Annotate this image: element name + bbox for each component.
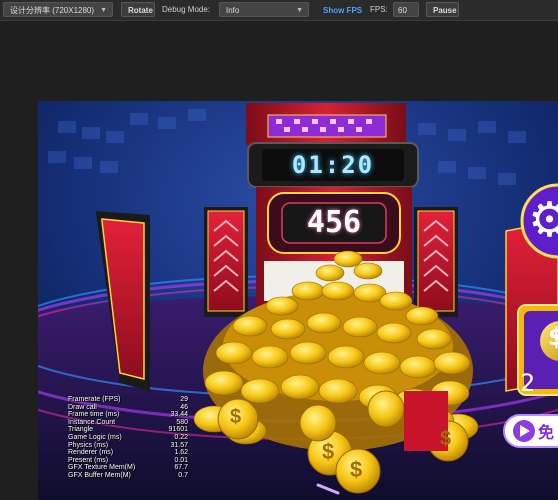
stat-label: Triangle	[68, 426, 94, 434]
left-side-panel	[204, 207, 248, 317]
coin-dollar-icon: $	[230, 406, 242, 428]
stat-row: Framerate (FPS) 29	[68, 396, 188, 404]
stat-value: 33.44	[170, 411, 188, 419]
chevron-down-icon: ▼	[100, 7, 107, 14]
chevron-down-icon: ▼	[296, 7, 303, 14]
debug-mode-value: Info	[226, 6, 240, 15]
stat-label: GFX Buffer Mem(M)	[68, 471, 131, 479]
coin-dollar-icon: $	[440, 428, 452, 450]
resolution-select[interactable]: 设计分辨率 (720X1280) ▼	[3, 2, 113, 17]
gear-icon[interactable]: ⚙	[528, 191, 558, 251]
stat-row: GFX Texture Mem(M) 67.7	[68, 464, 188, 472]
stat-value: 1.62	[174, 449, 188, 457]
stat-label: Game Logic (ms)	[68, 433, 122, 441]
top-marquee	[246, 103, 406, 145]
rotate-button[interactable]: Rotate	[121, 2, 155, 17]
show-fps-button[interactable]: Show FPS	[316, 2, 362, 17]
reward-coin-icon: $	[548, 323, 558, 351]
stat-value: 0.22	[174, 433, 188, 441]
stat-label: Renderer (ms)	[68, 449, 114, 457]
stat-label: Frame time (ms)	[68, 411, 120, 419]
pause-button[interactable]: Pause	[426, 2, 459, 17]
score-text: 456	[306, 205, 362, 240]
stat-row: Triangle 91601	[68, 426, 188, 434]
timer-text: 01:20	[291, 151, 375, 179]
stat-label: Framerate (FPS)	[68, 396, 121, 403]
stat-value: 91601	[168, 426, 188, 434]
stat-label: GFX Texture Mem(M)	[68, 464, 136, 472]
reward-count: 2	[520, 369, 536, 397]
debug-stats-panel: Framerate (FPS) 29 Draw call 46 Frame time (…	[68, 396, 188, 480]
stat-row: GFX Buffer Mem(M) 0.7	[68, 472, 188, 480]
stat-row: Frame time (ms) 33.44	[68, 411, 188, 419]
resolution-value: 设计分辨率 (720X1280)	[10, 6, 95, 15]
debug-mode-select[interactable]: Info ▼	[219, 2, 309, 17]
stat-value: 67.7	[174, 464, 188, 472]
fps-label: FPS:	[370, 5, 388, 14]
debug-mode-label: Debug Mode:	[162, 5, 211, 14]
coin-dollar-icon: $	[322, 439, 335, 464]
coin-dollar-icon: $	[350, 457, 363, 482]
preview-toolbar: 设计分辨率 (720X1280) ▼ Rotate Debug Mode: In…	[0, 0, 558, 21]
stat-row: Renderer (ms) 1.62	[68, 449, 188, 457]
stat-value: 0.7	[178, 471, 188, 479]
stat-row: Game Logic (ms) 0.22	[68, 434, 188, 442]
stat-value: 29	[180, 396, 188, 403]
free-button-label[interactable]: 免	[538, 419, 554, 443]
fps-input[interactable]: 60	[393, 2, 419, 17]
right-side-panel	[414, 207, 458, 317]
